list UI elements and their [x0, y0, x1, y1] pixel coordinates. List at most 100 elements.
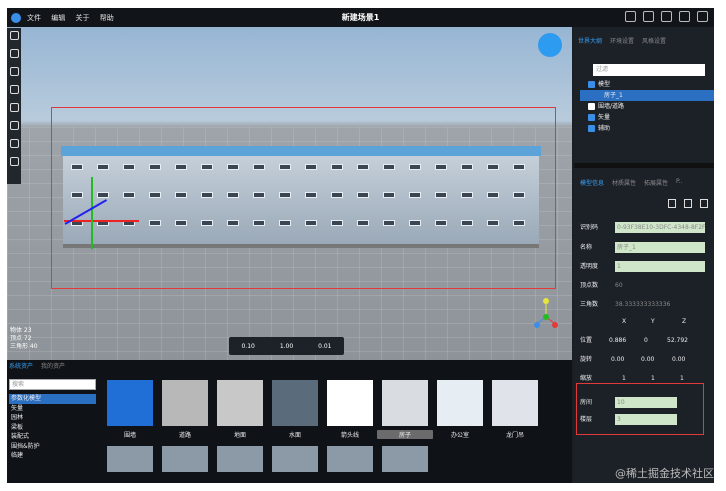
- asset-thumbnail[interactable]: [382, 380, 428, 426]
- menu-about[interactable]: 关于: [75, 14, 89, 22]
- frame-tool-icon[interactable]: [9, 139, 19, 148]
- polygon-tool-icon[interactable]: [9, 85, 19, 94]
- menu-edit[interactable]: 编辑: [51, 14, 65, 22]
- rot-y[interactable]: 0.00: [641, 354, 654, 365]
- window: [253, 192, 265, 198]
- category-item[interactable]: 梁板: [9, 423, 96, 433]
- window: [383, 164, 395, 170]
- checkbox-icon[interactable]: [588, 81, 595, 88]
- window: [201, 192, 213, 198]
- asset-thumbnail[interactable]: [162, 380, 208, 426]
- asset-thumbnail[interactable]: [382, 446, 428, 472]
- checkbox-icon[interactable]: [588, 103, 595, 110]
- gizmo-x-axis[interactable]: [64, 220, 139, 222]
- menu-bar: 文件 编辑 关于 帮助: [27, 13, 122, 23]
- tab-model-info[interactable]: 模型信息: [580, 178, 604, 187]
- asset-thumbnail[interactable]: [327, 380, 373, 426]
- asset-thumbnail[interactable]: [217, 380, 263, 426]
- window: [71, 164, 83, 170]
- checkbox-icon[interactable]: [588, 114, 595, 121]
- id-field[interactable]: 0-93F38E10-3DFC-4348-8F2F-...: [615, 222, 705, 233]
- ruler-tool-icon[interactable]: [9, 121, 19, 130]
- tree-node-model[interactable]: 模型: [580, 79, 714, 90]
- menu-help[interactable]: 帮助: [100, 14, 114, 22]
- hierarchy-icon[interactable]: [625, 11, 636, 22]
- tab-world-outline[interactable]: 世界大纲: [578, 36, 602, 45]
- asset-search-input[interactable]: 搜索: [9, 379, 96, 390]
- filter-input[interactable]: 过滤: [593, 64, 705, 76]
- scene-stats: 物体 23 顶点 72 三角形 40: [10, 327, 38, 351]
- window: [383, 220, 395, 226]
- tab-environment[interactable]: 环境设置: [610, 36, 634, 45]
- asset-thumbnail[interactable]: [162, 446, 208, 472]
- tab-extended[interactable]: 拓展属性: [644, 178, 668, 187]
- tree-node-aux[interactable]: 辅助: [580, 123, 714, 134]
- asset-thumbnail[interactable]: [107, 380, 153, 426]
- rot-x[interactable]: 0.00: [611, 354, 624, 365]
- camera-icon[interactable]: [697, 11, 708, 22]
- copy-icon[interactable]: [668, 199, 676, 208]
- select-tool-icon[interactable]: [9, 31, 19, 40]
- category-item[interactable]: 参数化模型: [9, 394, 96, 404]
- pos-y[interactable]: 0: [644, 335, 648, 346]
- circle-tool-icon[interactable]: [9, 49, 19, 58]
- window: [331, 192, 343, 198]
- tab-material[interactable]: 材质属性: [612, 178, 636, 187]
- window: [409, 220, 421, 226]
- category-item[interactable]: 围挡&防护: [9, 442, 96, 452]
- tab-style[interactable]: 风格设置: [642, 36, 666, 45]
- asset-thumbnail[interactable]: [272, 380, 318, 426]
- support-icon[interactable]: [538, 33, 562, 57]
- asset-label: 办公室: [450, 432, 469, 439]
- tab-more[interactable]: P..: [676, 178, 683, 187]
- asset-thumbnail[interactable]: [492, 380, 538, 426]
- wand-icon[interactable]: [643, 11, 654, 22]
- tab-system-assets[interactable]: 系统资产: [9, 361, 33, 370]
- menu-file[interactable]: 文件: [27, 14, 41, 22]
- panel-divider[interactable]: [574, 163, 714, 168]
- delete-icon[interactable]: [684, 199, 692, 208]
- asset-thumbnail[interactable]: [437, 380, 483, 426]
- window: [279, 164, 291, 170]
- rot-z[interactable]: 0.00: [672, 354, 685, 365]
- label-rotation: 旋转: [580, 356, 593, 363]
- tree-node-house[interactable]: 房子_1: [580, 90, 714, 101]
- name-field[interactable]: 房子_1: [615, 242, 705, 253]
- tree-node-vector[interactable]: 矢量: [580, 112, 714, 123]
- 3d-viewport[interactable]: 物体 23 顶点 72 三角形 40 0.10 1.00 0.01: [7, 27, 572, 360]
- tree-node-fence[interactable]: 围墙/道路: [580, 101, 714, 112]
- room-field[interactable]: 10: [615, 397, 677, 408]
- grid-tool-icon[interactable]: [9, 103, 19, 112]
- split-tool-icon[interactable]: [9, 157, 19, 166]
- asset-thumbnail[interactable]: [272, 446, 318, 472]
- category-item[interactable]: 园林: [9, 413, 96, 423]
- window: [175, 164, 187, 170]
- alpha-field[interactable]: 1: [615, 261, 705, 272]
- window: [487, 220, 499, 226]
- category-item[interactable]: 矢量: [9, 404, 96, 414]
- window: [357, 192, 369, 198]
- outline-tree: 模型 房子_1 围墙/道路 矢量 辅助: [580, 79, 714, 134]
- window: [435, 220, 447, 226]
- tab-my-assets[interactable]: 我的资产: [41, 361, 65, 370]
- floor-field[interactable]: 3: [615, 414, 677, 425]
- asset-thumbnail[interactable]: [217, 446, 263, 472]
- move-snap[interactable]: 0.10: [241, 343, 254, 350]
- asset-thumbnail[interactable]: [327, 446, 373, 472]
- curve-tool-icon[interactable]: [9, 67, 19, 76]
- rotate-snap[interactable]: 1.00: [280, 343, 293, 350]
- pos-x[interactable]: 0.886: [609, 335, 626, 346]
- save-icon[interactable]: [679, 11, 690, 22]
- triangles-value: 38.333333333336: [615, 301, 671, 308]
- gizmo-y-axis[interactable]: [91, 177, 93, 249]
- layers-icon[interactable]: [700, 199, 708, 208]
- asset-thumbnail[interactable]: [107, 446, 153, 472]
- watermark: @稀土掘金技术社区: [615, 467, 714, 480]
- focus-icon[interactable]: [661, 11, 672, 22]
- pos-z[interactable]: 52.792: [667, 335, 688, 346]
- house-model[interactable]: [61, 146, 541, 244]
- category-item[interactable]: 装配式: [9, 432, 96, 442]
- scale-snap[interactable]: 0.01: [318, 343, 331, 350]
- category-item[interactable]: 临建: [9, 451, 96, 461]
- checkbox-icon[interactable]: [588, 125, 595, 132]
